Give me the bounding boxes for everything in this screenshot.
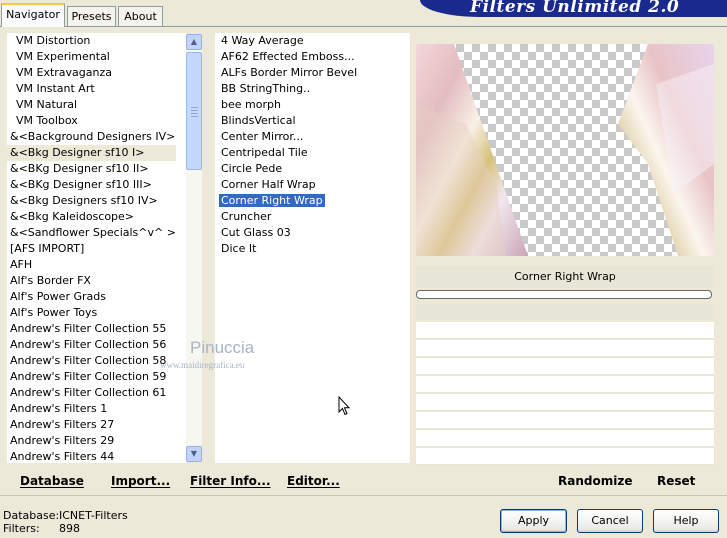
parameter-header — [416, 304, 714, 320]
parameter-row — [416, 358, 714, 376]
parameter-row — [416, 322, 714, 340]
filter-item[interactable]: Cut Glass 03 — [215, 225, 357, 241]
mouse-cursor-icon — [338, 396, 351, 416]
category-item[interactable]: Andrew's Filters 1 — [7, 401, 176, 417]
category-item[interactable]: Andrew's Filter Collection 61 — [7, 385, 176, 401]
category-item[interactable]: Andrew's Filter Collection 58 — [7, 353, 176, 369]
scroll-thumb[interactable] — [186, 52, 202, 170]
preview-image — [416, 44, 714, 256]
filter-item[interactable]: Center Mirror... — [215, 129, 357, 145]
filter-item[interactable]: AF62 Effected Emboss... — [215, 49, 357, 65]
parameter-row — [416, 376, 714, 394]
parameter-row — [416, 412, 714, 430]
category-item[interactable]: AFH — [7, 257, 176, 273]
filter-item[interactable]: Centripedal Tile — [215, 145, 357, 161]
scroll-up-button[interactable]: ▲ — [186, 34, 202, 50]
category-item[interactable]: Andrew's Filters 27 — [7, 417, 176, 433]
filter-item[interactable]: BB StringThing.. — [215, 81, 357, 97]
parameter-row — [416, 394, 714, 412]
tab-navigator[interactable]: Navigator — [1, 3, 65, 27]
category-item[interactable]: Andrew's Filters 44 — [7, 449, 176, 463]
filter-item[interactable]: bee morph — [215, 97, 357, 113]
database-info: Database:ICNET-Filters — [3, 509, 128, 522]
filter-list[interactable]: 4 Way Average AF62 Effected Emboss... ALFs… — [215, 33, 410, 463]
filter-item[interactable]: Cruncher — [215, 209, 357, 225]
category-item[interactable]: Alf's Power Grads — [7, 289, 176, 305]
filter-item[interactable]: 4 Way Average — [215, 33, 357, 49]
app-title: Filters Unlimited 2.0 — [470, 0, 680, 17]
filter-info-button[interactable]: Filter Info... — [190, 472, 271, 490]
filter-item[interactable]: ALFs Border Mirror Bevel — [215, 65, 357, 81]
category-item[interactable]: VM Extravaganza — [7, 65, 176, 81]
category-item[interactable]: Alf's Power Toys — [7, 305, 176, 321]
category-item[interactable]: VM Natural — [7, 97, 176, 113]
category-item[interactable]: VM Toolbox — [7, 113, 176, 129]
import-button[interactable]: Import... — [111, 472, 170, 490]
category-item[interactable]: &<Bkg Designer sf10 I> — [7, 145, 176, 161]
cancel-button[interactable]: Cancel — [577, 509, 643, 533]
editor-button[interactable]: Editor... — [287, 472, 340, 490]
category-item[interactable]: &<Bkg Kaleidoscope> — [7, 209, 176, 225]
filters-count-info: Filters: 898 — [3, 522, 80, 535]
tab-divider — [0, 26, 727, 27]
apply-button[interactable]: Apply — [500, 509, 567, 533]
category-scrollbar[interactable]: ▲ ▼ — [186, 34, 202, 462]
tab-presets[interactable]: Presets — [67, 6, 116, 26]
help-button[interactable]: Help — [653, 509, 719, 533]
status-divider — [0, 495, 727, 496]
category-item[interactable]: VM Experimental — [7, 49, 176, 65]
category-item[interactable]: &<BKg Designer sf10 III> — [7, 177, 176, 193]
randomize-button[interactable]: Randomize — [558, 472, 632, 490]
category-item[interactable]: VM Distortion — [7, 33, 176, 49]
watermark-name: Pinuccia — [190, 338, 255, 357]
category-item[interactable]: &<Sandflower Specials^v^ > — [7, 225, 176, 241]
category-item[interactable]: Andrew's Filter Collection 59 — [7, 369, 176, 385]
parameter-rows — [416, 322, 714, 466]
preview-filter-name: Corner Right Wrap — [514, 270, 616, 283]
filter-item[interactable]: Corner Half Wrap — [215, 177, 357, 193]
category-item[interactable]: [AFS IMPORT] — [7, 241, 176, 257]
parameter-row — [416, 430, 714, 448]
database-button[interactable]: Database — [20, 472, 84, 490]
filter-item[interactable]: Dice It — [215, 241, 357, 257]
category-item[interactable]: Alf's Border FX — [7, 273, 176, 289]
parameter-row — [416, 340, 714, 358]
category-item[interactable]: &<BKg Designer sf10 II> — [7, 161, 176, 177]
reset-button[interactable]: Reset — [657, 472, 695, 490]
watermark-url: www.maidiregrafica.eu — [160, 360, 245, 370]
preview-progress-bar — [416, 290, 712, 299]
category-item[interactable]: Andrew's Filters 29 — [7, 433, 176, 449]
tab-about[interactable]: About — [118, 6, 163, 26]
category-item[interactable]: &<Background Designers IV> — [7, 129, 176, 145]
scroll-down-button[interactable]: ▼ — [186, 446, 202, 462]
category-item[interactable]: &<Bkg Designers sf10 IV> — [7, 193, 176, 209]
filter-item[interactable]: Corner Right Wrap — [215, 193, 357, 209]
category-list[interactable]: VM Distortion VM Experimental VM Extravaga… — [7, 33, 186, 463]
category-item[interactable]: Andrew's Filter Collection 56 — [7, 337, 176, 353]
category-item[interactable]: VM Instant Art — [7, 81, 176, 97]
parameter-row — [416, 448, 714, 466]
filter-item[interactable]: BlindsVertical — [215, 113, 357, 129]
filter-item[interactable]: Circle Pede — [215, 161, 357, 177]
category-item[interactable]: Andrew's Filter Collection 55 — [7, 321, 176, 337]
